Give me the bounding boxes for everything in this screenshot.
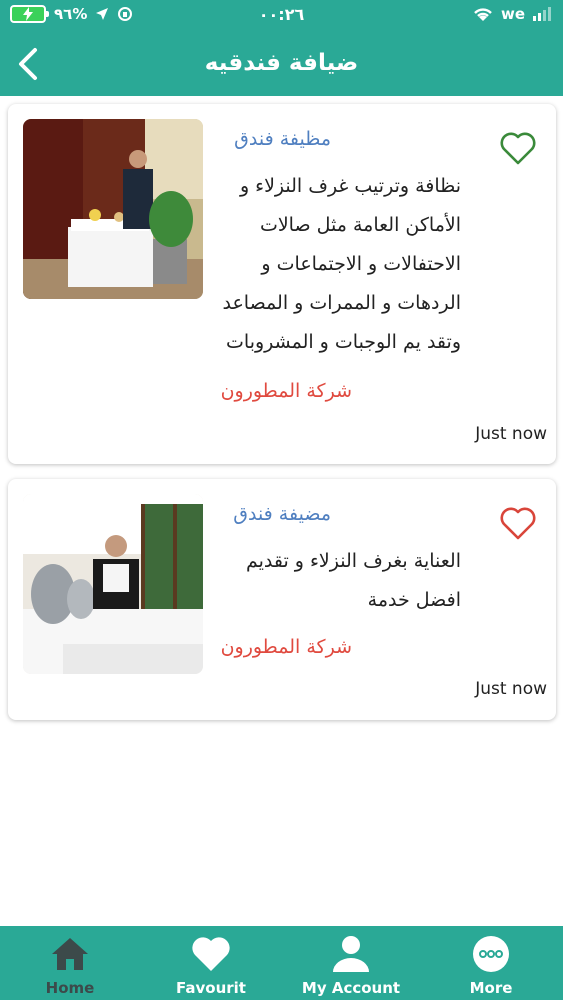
favourite-icon[interactable] xyxy=(498,128,538,168)
signal-icon xyxy=(533,7,551,21)
posted-time: Just now xyxy=(475,424,547,444)
job-description: نظافة وترتيب غرف النزلاء و الأماكن العام… xyxy=(222,175,461,353)
status-bar: ٩٦% ٠٠:٢٦ we xyxy=(0,0,563,34)
bottom-nav: Home Favourit My Account More xyxy=(0,926,563,1000)
job-title: مظيفة فندق xyxy=(234,128,331,150)
nav-home[interactable]: Home xyxy=(0,926,140,1000)
job-description: العناية بغرف النزلاء و تقديم افضل خدمة xyxy=(245,550,461,611)
company-name: شركة المطورون xyxy=(220,380,352,402)
carrier-name: we xyxy=(500,5,525,23)
status-right: we xyxy=(473,5,551,23)
app-bar: ضيافة فندقيه xyxy=(0,34,563,96)
nav-home-label: Home xyxy=(45,979,95,997)
nav-favourit-label: Favourit xyxy=(176,979,246,997)
job-card[interactable]: مضيفة فندق العناية بغرف النزلاء و تقديم … xyxy=(8,479,556,720)
page-title: ضيافة فندقيه xyxy=(204,50,359,76)
nav-my-account-label: My Account xyxy=(301,979,401,997)
nav-favourit[interactable]: Favourit xyxy=(141,926,281,1000)
nav-my-account[interactable]: My Account xyxy=(281,926,421,1000)
wifi-icon xyxy=(474,8,492,21)
job-title: مضيفة فندق xyxy=(233,503,331,525)
company-name: شركة المطورون xyxy=(220,636,352,658)
posted-time: Just now xyxy=(475,679,547,699)
favourite-icon[interactable] xyxy=(498,503,538,543)
home-icon xyxy=(52,938,88,970)
more-icon xyxy=(473,936,509,972)
nav-more-label: More xyxy=(469,979,513,997)
job-card[interactable]: مظيفة فندق نظافة وترتيب غرف النزلاء و ال… xyxy=(8,104,556,464)
job-image xyxy=(23,119,203,299)
user-icon xyxy=(333,936,369,972)
heart-icon xyxy=(192,937,230,971)
job-image xyxy=(23,494,203,674)
nav-more[interactable]: More xyxy=(421,926,561,1000)
